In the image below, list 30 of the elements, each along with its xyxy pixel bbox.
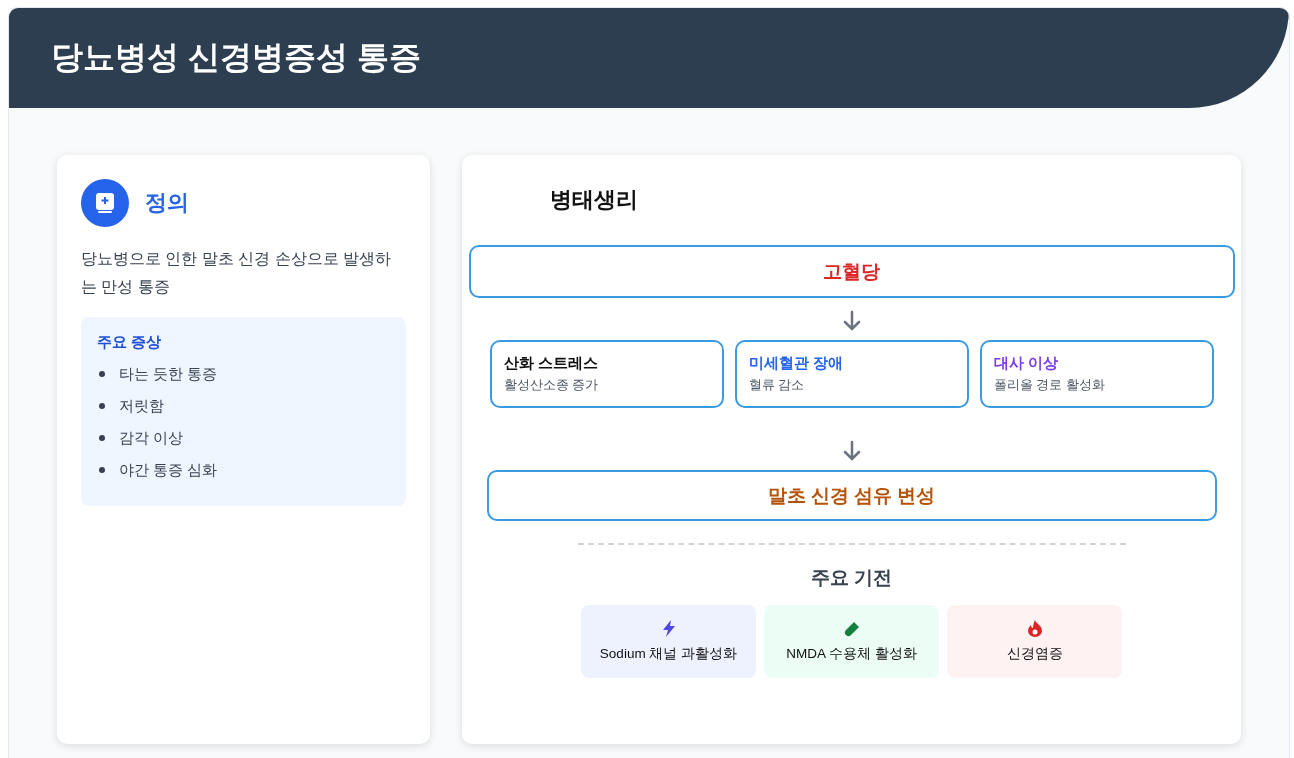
mechanism-label: 신경염증 (1006, 645, 1063, 663)
book-medical-icon (81, 179, 129, 227)
definition-text: 당뇨병으로 인한 말초 신경 손상으로 발생하는 만성 통증 (81, 249, 393, 297)
cause-subtitle: 폴리올 경로 활성화 (993, 376, 1106, 394)
cause-subtitle: 혈류 감소 (748, 376, 806, 394)
cause-title: 대사 이상 (993, 354, 1059, 373)
symptom-text: 야간 통증 심화 (119, 460, 218, 480)
mechanism-label: Sodium 채널 과활성화 (599, 645, 738, 663)
bullet-icon (99, 403, 105, 409)
down-arrow-icon (841, 440, 862, 462)
down-arrow-icon (841, 310, 862, 332)
cause-subtitle: 활성산소종 증가 (503, 376, 600, 394)
symptom-text: 타는 듯한 통증 (119, 364, 218, 384)
symptoms-title: 주요 증상 (97, 333, 163, 352)
symptom-text: 저릿함 (119, 396, 164, 416)
flow-box: 고혈당 (468, 245, 1235, 298)
mechanisms-title: 주요 기전 (810, 566, 893, 590)
bullet-icon (99, 467, 105, 473)
cause-title: 미세혈관 장애 (748, 354, 844, 373)
section-title: 병태생리 (550, 186, 638, 214)
mechanism-label: NMDA 수용체 활성화 (786, 644, 917, 663)
page-title: 당뇨병성 신경병증성 통증 (51, 38, 421, 77)
flame-icon (1027, 620, 1042, 637)
flow-box: 말초 신경 섬유 변성 (486, 470, 1217, 521)
cause-title: 산화 스트레스 (503, 354, 599, 373)
lightning-icon (661, 620, 676, 637)
section-title: 정의 (145, 189, 189, 217)
bullet-icon (99, 435, 105, 441)
bullet-icon (99, 371, 105, 377)
symptom-text: 감각 이상 (119, 428, 184, 448)
